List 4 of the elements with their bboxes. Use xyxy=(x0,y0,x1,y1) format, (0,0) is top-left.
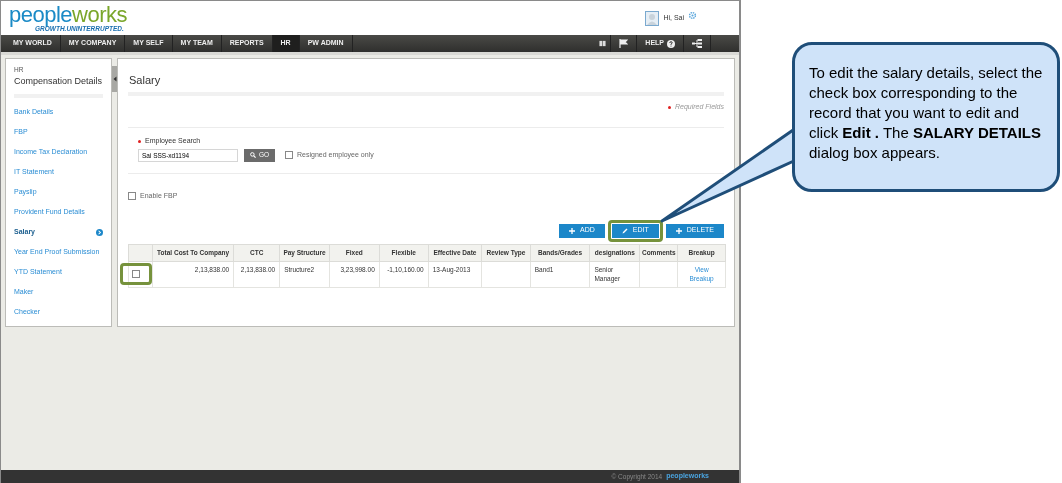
logo: peopleworks xyxy=(9,4,128,25)
page-title: Salary xyxy=(128,73,162,88)
callout-text: To edit the salary details, select the check box corresponding to the record that you want to edit and click Edit . The SALARY DETAILS dialog box appears. xyxy=(792,42,1060,192)
sidebar-title: Compensation Details xyxy=(14,74,104,88)
